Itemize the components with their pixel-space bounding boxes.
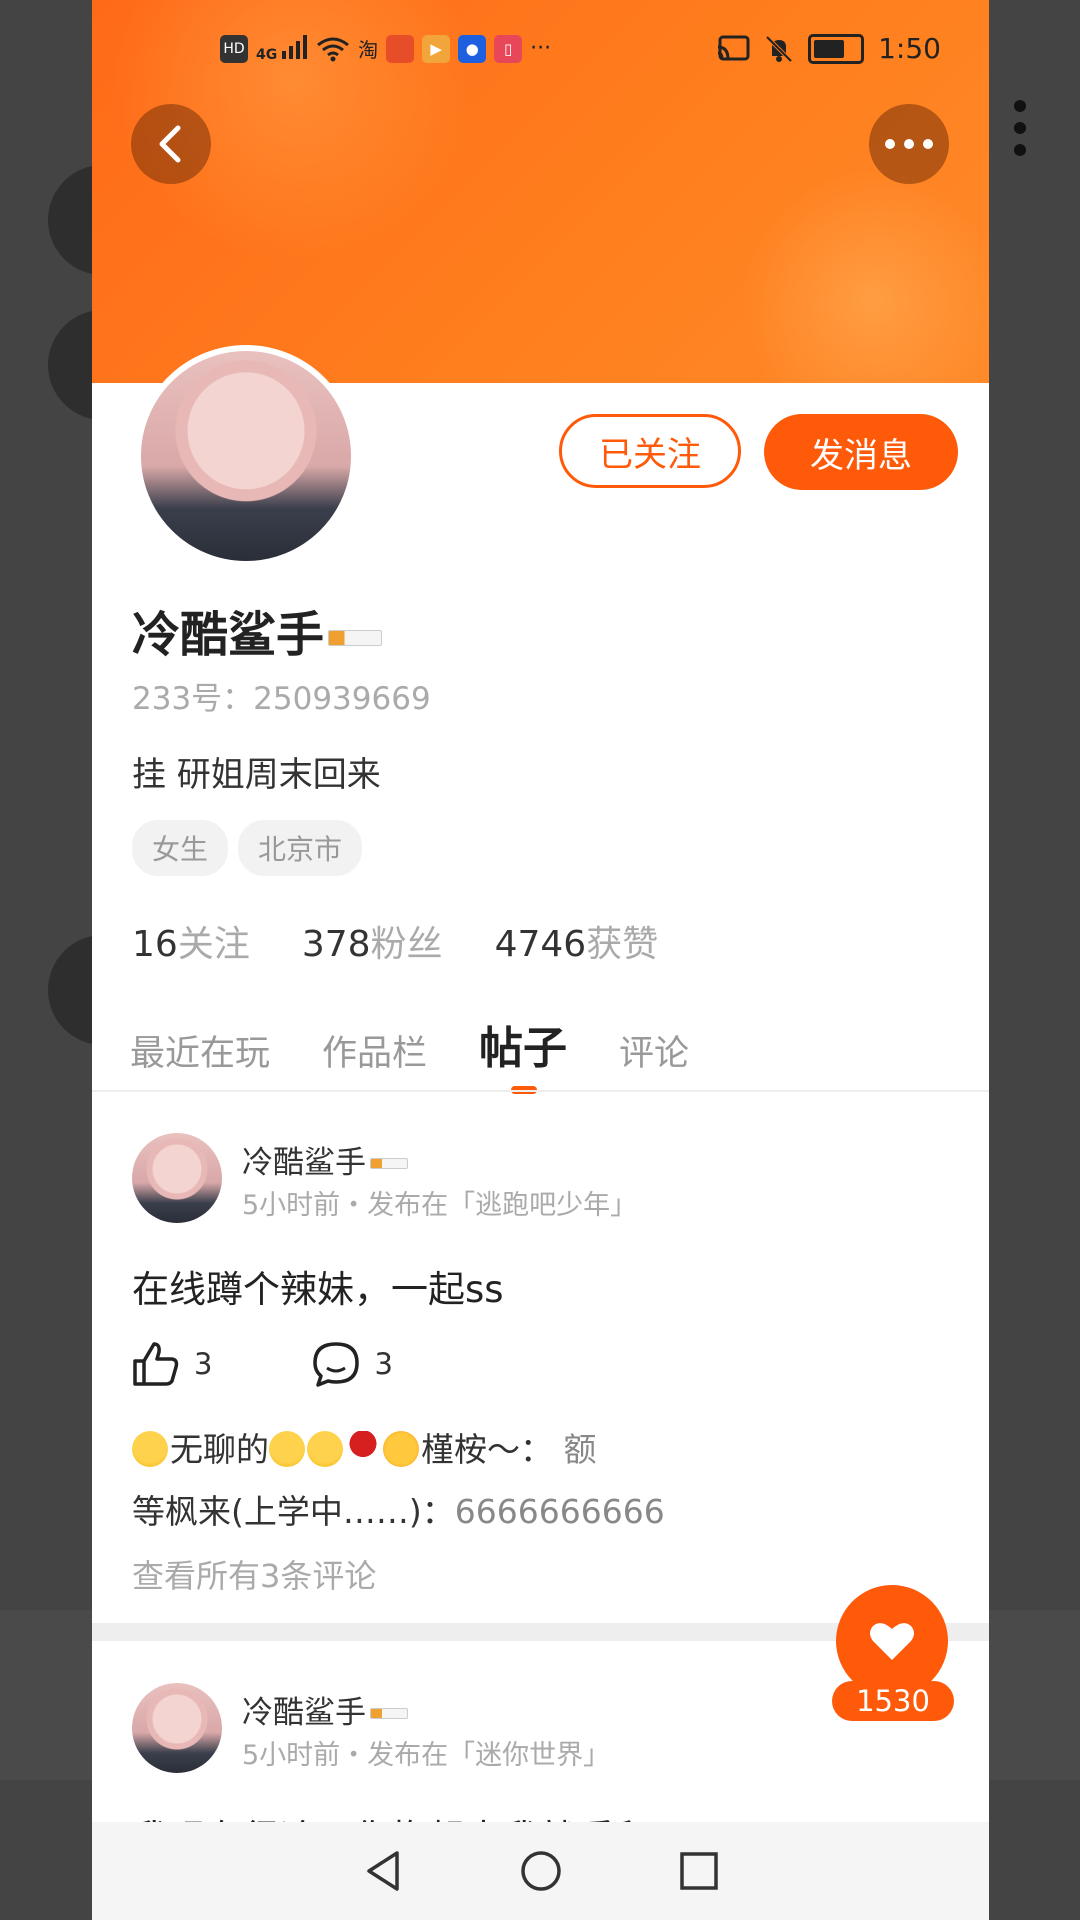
profile-name: 冷酷鲨手: [132, 595, 383, 665]
tab-posts[interactable]: 帖子: [479, 1012, 567, 1094]
play-app-icon: ▶: [422, 34, 451, 63]
post-card[interactable]: 冷酷鲨手 5小时前・发布在「逃跑吧少年」 在线蹲个辣妹，一起ss 3 3 无聊的…: [92, 1133, 989, 1603]
profile-panel: HD 4G 淘 ▶ ● ▯ ··· 1:50 已关注 发消息 冷酷鲨手 233号…: [92, 0, 989, 1920]
hd-icon: HD: [220, 34, 248, 63]
post-comment-button[interactable]: 3: [312, 1341, 393, 1387]
post-actions: 3 3: [132, 1341, 393, 1387]
profile-tags: 女生 北京市: [132, 820, 363, 876]
more-options-button[interactable]: [869, 104, 949, 184]
pleading-face-emoji-icon: [307, 1431, 343, 1467]
location-tag: 北京市: [238, 820, 363, 876]
post-author[interactable]: 冷酷鲨手: [242, 1687, 408, 1732]
gender-tag: 女生: [132, 820, 229, 876]
wifi-icon: [317, 37, 350, 61]
mute-bell-icon: [765, 35, 793, 62]
rose-emoji-icon: [345, 1431, 381, 1467]
book-app-icon: ▯: [494, 34, 523, 63]
pleading-face-emoji-icon: [132, 1431, 168, 1467]
bulb-app-icon: ●: [458, 34, 487, 63]
background-more-icon: [1014, 100, 1028, 166]
cigarette-emoji-icon: [370, 1158, 408, 1169]
tabs-divider: [92, 1090, 989, 1092]
stat-following[interactable]: 16关注: [132, 915, 250, 967]
post-meta: 5小时前・发布在「逃跑吧少年」: [242, 1190, 638, 1221]
profile-id: 233号：250939669: [132, 681, 431, 717]
send-message-button[interactable]: 发消息: [764, 414, 958, 490]
post-like-button[interactable]: 3: [132, 1341, 212, 1387]
system-nav-bar: [92, 1822, 989, 1920]
nav-recent-icon[interactable]: [679, 1851, 719, 1891]
partying-face-emoji-icon: [383, 1431, 419, 1467]
post-meta: 5小时前・发布在「迷你世界」: [242, 1740, 611, 1771]
comment-line[interactable]: 等枫来(上学中……)：6666666666: [132, 1485, 665, 1533]
profile-avatar[interactable]: [135, 345, 357, 567]
post-author-avatar[interactable]: [132, 1133, 222, 1223]
nav-back-icon[interactable]: [363, 1849, 403, 1893]
cigarette-emoji-icon: [370, 1708, 408, 1719]
view-all-comments-link[interactable]: 查看所有3条评论: [132, 1551, 376, 1597]
status-bar: HD 4G 淘 ▶ ● ▯ ··· 1:50: [92, 28, 989, 76]
stat-fans[interactable]: 378粉丝: [302, 915, 443, 967]
thumbs-up-icon: [133, 1342, 179, 1386]
profile-stats: 16关注 378粉丝 4746获赞: [132, 915, 658, 967]
chevron-left-icon: [159, 125, 181, 163]
taobao-app-icon: [386, 34, 415, 63]
profile-like-count: 1530: [832, 1681, 954, 1721]
post-text[interactable]: 在线蹲个辣妹，一起ss: [132, 1259, 504, 1313]
cigarette-emoji-icon: [328, 630, 383, 646]
comment-bubble-icon: [313, 1342, 360, 1387]
post-like-count: 3: [194, 1347, 213, 1381]
more-horizontal-icon: [885, 139, 933, 149]
battery-icon: [808, 33, 865, 64]
signal-4g-icon: 4G: [256, 34, 308, 63]
back-button[interactable]: [131, 104, 211, 184]
taobao-icon: 淘: [358, 38, 379, 62]
tab-recently-played[interactable]: 最近在玩: [130, 1025, 270, 1076]
profile-tabs: 最近在玩 作品栏 帖子 评论: [130, 1012, 689, 1094]
pleading-face-emoji-icon: [269, 1431, 305, 1467]
more-notifications-icon: ···: [530, 36, 552, 61]
profile-bio: 挂 研姐周末回来: [132, 755, 381, 795]
post-author-avatar[interactable]: [132, 1683, 222, 1773]
comment-line[interactable]: 无聊的 槿桉～： 额: [132, 1423, 597, 1471]
nav-home-icon[interactable]: [519, 1849, 563, 1893]
post-comment-count: 3: [374, 1347, 393, 1381]
stat-likes[interactable]: 4746获赞: [495, 915, 659, 967]
heart-icon: [870, 1623, 914, 1660]
cast-icon: [717, 35, 750, 60]
post-author[interactable]: 冷酷鲨手: [242, 1137, 408, 1182]
tab-comments[interactable]: 评论: [619, 1025, 689, 1076]
following-button[interactable]: 已关注: [559, 414, 741, 488]
status-time: 1:50: [878, 32, 941, 65]
tab-works[interactable]: 作品栏: [322, 1025, 427, 1076]
